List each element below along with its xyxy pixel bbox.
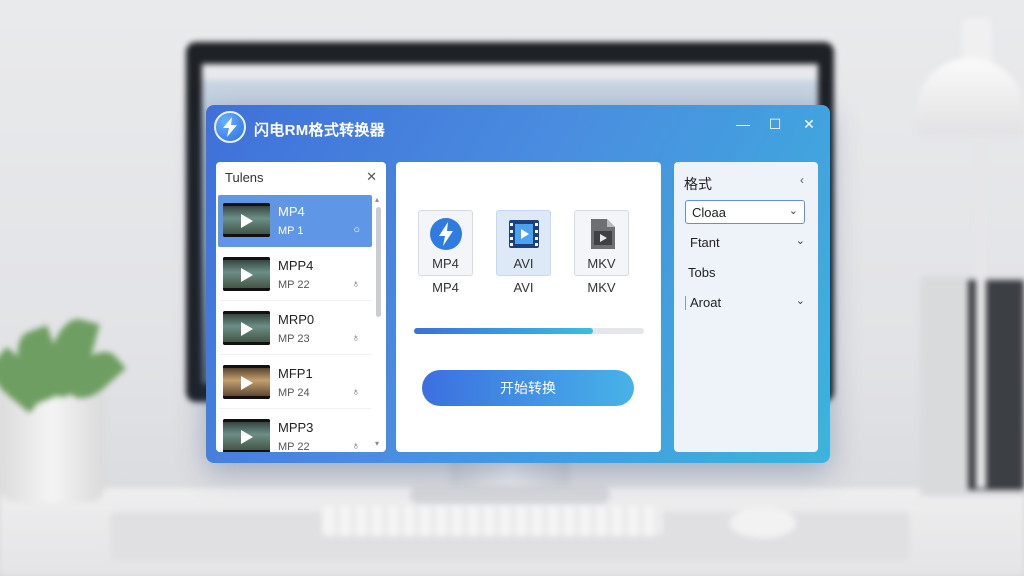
format-select-value: Cloaa <box>692 205 726 220</box>
play-icon <box>241 214 253 228</box>
format-card-mp4[interactable]: MP4 <box>418 210 473 276</box>
scroll-down-icon[interactable]: ▾ <box>375 439 379 448</box>
file-item[interactable]: MRP0 MP 23 ♁ <box>218 303 372 355</box>
format-card-mkv[interactable]: MKV <box>574 210 629 276</box>
minimize-button[interactable]: — <box>732 115 754 133</box>
file-detail: MP 24 <box>278 387 310 399</box>
file-detail: MP 22 <box>278 279 310 291</box>
chevron-down-icon: ⌄ <box>795 235 805 247</box>
file-list-panel: Tulens ✕ MP4 MP 1 ○ MPP4 MP 22 ♁ MRP0 MP… <box>216 162 386 452</box>
file-list: MP4 MP 1 ○ MPP4 MP 22 ♁ MRP0 MP 23 ♁ MFP… <box>218 195 372 452</box>
app-window: 闪电RM格式转换器 — ☐ ✕ Tulens ✕ MP4 MP 1 ○ MPP4… <box>206 105 830 463</box>
video-thumbnail <box>223 419 270 452</box>
file-list-header: Tulens ✕ <box>216 162 386 192</box>
settings-title: 格式 <box>684 176 712 192</box>
video-thumbnail <box>223 203 270 237</box>
file-item[interactable]: MFP1 MP 24 ♁ <box>218 357 372 409</box>
app-title: 闪电RM格式转换器 <box>254 122 386 139</box>
file-detail: MP 23 <box>278 333 310 345</box>
file-name: MPP4 <box>278 258 314 273</box>
lamp-head <box>916 58 1024 136</box>
conversion-panel: MP4 AVI MKV MP4 AVI MKV 开始转换 <box>396 162 661 452</box>
file-list-scrollbar[interactable]: ▴ ▾ <box>375 195 382 448</box>
file-detail: MP 1 <box>278 225 304 237</box>
file-name: MP4 <box>278 204 305 219</box>
settings-row-ftant[interactable]: Ftant ⌄ <box>685 232 805 254</box>
file-status-icon: ♁ <box>351 278 360 290</box>
lamp-arm <box>976 128 986 488</box>
format-select[interactable]: Cloaa ⌄ <box>685 200 805 224</box>
keyboard <box>322 506 662 536</box>
file-name: MFP1 <box>278 366 313 381</box>
plant-pot <box>0 392 104 502</box>
file-item[interactable]: MPP3 MP 22 ♁ <box>218 411 372 452</box>
format-card-avi[interactable]: AVI <box>496 210 551 276</box>
play-icon <box>241 322 253 336</box>
file-status-icon: ○ <box>353 224 360 236</box>
conversion-progress-fill <box>414 328 594 334</box>
video-thumbnail <box>223 365 270 399</box>
file-list-close-icon[interactable]: ✕ <box>366 169 377 185</box>
format-card-label: MP4 <box>432 256 459 271</box>
file-name: MRP0 <box>278 312 315 327</box>
app-logo-icon <box>214 111 246 143</box>
scroll-up-icon[interactable]: ▴ <box>375 195 379 204</box>
format-label-mkv: MKV <box>587 280 616 295</box>
play-icon <box>241 430 253 444</box>
monitor-stand-base <box>410 486 610 504</box>
format-card-label: AVI <box>513 256 534 271</box>
title-bar: 闪电RM格式转换器 — ☐ ✕ <box>206 105 830 147</box>
chevron-down-icon: ⌄ <box>788 205 798 217</box>
video-thumbnail <box>223 311 270 345</box>
settings-row-label: Tobs <box>688 265 716 280</box>
file-list-title: Tulens <box>225 169 264 185</box>
video-file-icon <box>591 219 615 249</box>
play-icon <box>241 268 253 282</box>
format-label-mp4: MP4 <box>432 280 459 295</box>
format-card-label: MKV <box>587 256 616 271</box>
maximize-button[interactable]: ☐ <box>764 115 786 133</box>
settings-row-label: Ftant <box>690 235 720 250</box>
close-button[interactable]: ✕ <box>798 115 820 133</box>
collapse-chevron-icon[interactable]: ‹ <box>800 173 804 187</box>
monitor-screen-toolbar <box>202 64 818 80</box>
settings-row-label: Aroat <box>690 295 722 310</box>
file-detail: MP 22 <box>278 441 310 452</box>
settings-row-tobs[interactable]: Tobs <box>685 262 805 284</box>
settings-row-aroat[interactable]: Aroat ⌄ <box>685 292 805 314</box>
format-label-avi: AVI <box>513 280 534 295</box>
mouse <box>730 508 796 538</box>
start-conversion-button[interactable]: 开始转换 <box>422 370 634 406</box>
format-settings-panel: 格式 ‹ Cloaa ⌄ Ftant ⌄ Tobs Aroat ⌄ <box>674 162 818 452</box>
play-icon <box>241 376 253 390</box>
file-status-icon: ♁ <box>351 440 360 452</box>
scroll-thumb[interactable] <box>376 207 381 317</box>
file-item[interactable]: MP4 MP 1 ○ <box>218 195 372 247</box>
video-thumbnail <box>223 257 270 291</box>
conversion-progress-bar <box>414 328 644 334</box>
file-item[interactable]: MPP4 MP 22 ♁ <box>218 249 372 301</box>
lightning-icon <box>430 218 462 250</box>
film-icon <box>509 220 539 248</box>
chevron-down-icon: ⌄ <box>795 295 805 307</box>
text-cursor-divider <box>685 296 686 310</box>
file-name: MPP3 <box>278 420 314 435</box>
file-status-icon: ♁ <box>351 332 360 344</box>
file-status-icon: ♁ <box>351 386 360 398</box>
